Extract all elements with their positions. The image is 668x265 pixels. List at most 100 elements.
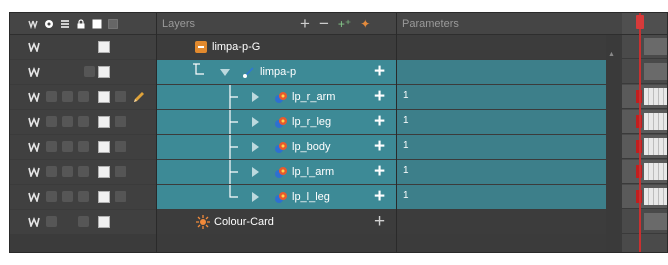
frame-cells[interactable] [644, 188, 667, 205]
add-effect-button[interactable]: ✦ [360, 13, 370, 35]
lock-icon[interactable] [76, 19, 86, 29]
frame-row[interactable] [622, 60, 667, 84]
sound-toggle-icon[interactable] [62, 91, 73, 102]
expand-arrow-icon[interactable] [252, 92, 259, 102]
vertical-scrollbar[interactable] [606, 35, 620, 252]
sound-toggle-icon[interactable] [62, 141, 73, 152]
show-layer-icon[interactable] [28, 167, 40, 177]
visibility-toggle-icon[interactable] [46, 116, 57, 127]
lock-toggle-icon[interactable] [78, 116, 89, 127]
frame-ruler[interactable] [622, 13, 667, 35]
layer-color-swatch[interactable] [98, 191, 110, 203]
add-child-button[interactable]: + [374, 87, 385, 107]
frame-row[interactable] [622, 160, 667, 184]
visibility-toggle-icon[interactable] [46, 141, 57, 152]
layer-color-swatch[interactable] [98, 166, 110, 178]
thumbnail-toggle-icon[interactable] [115, 116, 126, 127]
sound-icon[interactable] [60, 19, 70, 29]
lock-toggle-icon[interactable] [78, 166, 89, 177]
layer-row-drawing[interactable]: lp_l_leg + 1 [10, 185, 620, 209]
color-swatch-icon[interactable] [92, 19, 102, 29]
layer-color-swatch[interactable] [98, 141, 110, 153]
visibility-icon[interactable] [44, 19, 54, 29]
frame-cells[interactable] [644, 113, 667, 130]
expand-arrow-icon[interactable] [252, 117, 259, 127]
sound-toggle-icon[interactable] [62, 191, 73, 202]
frame-row[interactable] [622, 185, 667, 209]
lock-toggle-icon[interactable] [78, 191, 89, 202]
layer-row-group[interactable]: limpa-p-G [10, 35, 620, 59]
thumbnail-toggle-icon[interactable] [115, 141, 126, 152]
layer-row-drawing[interactable]: lp_body + 1 [10, 135, 620, 159]
layer-row-drawing[interactable]: lp_r_leg + 1 [10, 110, 620, 134]
timeline-frames[interactable] [622, 13, 667, 252]
sound-toggle-icon[interactable] [62, 116, 73, 127]
show-layer-icon[interactable] [28, 67, 40, 77]
visibility-toggle-icon[interactable] [46, 166, 57, 177]
sound-toggle-icon[interactable] [62, 166, 73, 177]
show-layer-icon[interactable] [28, 117, 40, 127]
frame-row[interactable] [622, 210, 667, 234]
show-layer-icon[interactable] [28, 142, 40, 152]
layer-color-swatch[interactable] [98, 91, 110, 103]
frame-row[interactable] [622, 35, 667, 59]
layer-color-swatch[interactable] [98, 216, 110, 228]
frame-cells[interactable] [644, 63, 667, 80]
show-all-icon[interactable] [28, 19, 38, 29]
add-child-button[interactable]: + [374, 212, 385, 232]
scroll-up-arrow-icon[interactable]: ▲ [608, 51, 615, 58]
layer-row-peg[interactable]: limpa-p + [10, 60, 620, 84]
frame-cells[interactable] [644, 138, 667, 155]
layer-row-colour-card[interactable]: Colour-Card + [10, 210, 620, 234]
lock-toggle-icon[interactable] [78, 91, 89, 102]
remove-layer-button[interactable]: − [319, 13, 329, 35]
add-child-button[interactable]: + [374, 162, 385, 182]
layer-name-cell[interactable]: Colour-Card + [156, 210, 396, 234]
add-child-button[interactable]: + [374, 137, 385, 157]
frame-cells[interactable] [644, 38, 667, 55]
frame-row[interactable] [622, 85, 667, 109]
frame-cells[interactable] [644, 88, 667, 105]
visibility-toggle-icon[interactable] [46, 91, 57, 102]
playhead-handle[interactable] [636, 15, 644, 29]
frame-row[interactable] [622, 135, 667, 159]
layer-name-cell[interactable]: limpa-p + [156, 60, 396, 84]
frame-cells[interactable] [644, 213, 667, 230]
thumbnail-icon[interactable] [108, 19, 118, 29]
add-child-button[interactable]: + [374, 187, 385, 207]
expand-arrow-icon[interactable] [252, 167, 259, 177]
lock-toggle-icon[interactable] [78, 141, 89, 152]
layer-name-cell[interactable]: lp_l_arm + [156, 160, 396, 184]
layer-name-cell[interactable]: lp_r_arm + [156, 85, 396, 109]
layer-color-swatch[interactable] [98, 66, 110, 78]
add-child-button[interactable]: + [374, 62, 385, 82]
frame-cells[interactable] [644, 163, 667, 180]
thumbnail-toggle-icon[interactable] [115, 191, 126, 202]
show-layer-icon[interactable] [28, 42, 40, 52]
expand-arrow-icon[interactable] [252, 192, 259, 202]
layer-color-swatch[interactable] [98, 116, 110, 128]
layer-name-cell[interactable]: lp_l_leg + [156, 185, 396, 209]
show-layer-icon[interactable] [28, 217, 40, 227]
layer-row-drawing[interactable]: lp_r_arm + 1 [10, 85, 620, 109]
layer-name-cell[interactable]: limpa-p-G [156, 35, 396, 59]
layer-name-cell[interactable]: lp_r_leg + [156, 110, 396, 134]
thumbnail-toggle-icon[interactable] [115, 91, 126, 102]
layer-name: lp_body [292, 141, 331, 153]
visibility-toggle-icon[interactable] [46, 216, 57, 227]
visibility-toggle-icon[interactable] [46, 191, 57, 202]
layer-color-swatch[interactable] [98, 41, 110, 53]
show-layer-icon[interactable] [28, 192, 40, 202]
layer-name-cell[interactable]: lp_body + [156, 135, 396, 159]
add-peg-button[interactable]: +⁺ [338, 13, 351, 35]
show-layer-icon[interactable] [28, 92, 40, 102]
layer-row-drawing[interactable]: lp_l_arm + 1 [10, 160, 620, 184]
frame-row[interactable] [622, 110, 667, 134]
collapse-arrow-icon[interactable] [220, 69, 230, 76]
add-child-button[interactable]: + [374, 112, 385, 132]
lock-toggle-icon[interactable] [84, 66, 95, 77]
lock-toggle-icon[interactable] [78, 216, 89, 227]
add-layer-button[interactable]: + [300, 13, 310, 35]
expand-arrow-icon[interactable] [252, 142, 259, 152]
thumbnail-toggle-icon[interactable] [115, 166, 126, 177]
